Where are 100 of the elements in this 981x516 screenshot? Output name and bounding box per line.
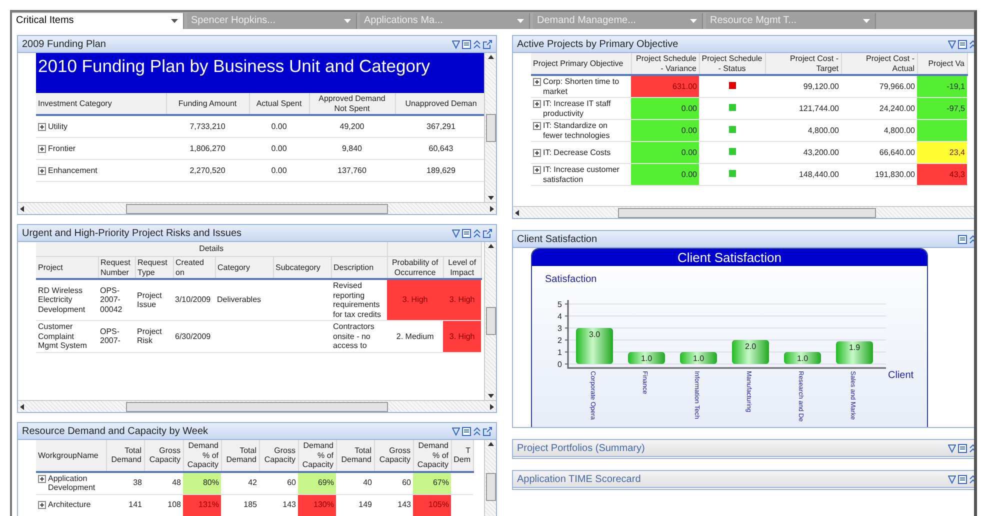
column-header[interactable]: Probability of Occurrence bbox=[387, 256, 444, 279]
expand-box-icon[interactable] bbox=[38, 474, 46, 482]
scroll-thumb[interactable] bbox=[126, 402, 388, 412]
column-header[interactable]: Request Number bbox=[98, 256, 135, 279]
column-header[interactable]: Description bbox=[331, 256, 388, 279]
table-cell: 43,200.00 bbox=[765, 142, 841, 164]
column-header[interactable]: Project Primary Objective bbox=[531, 53, 631, 75]
window-icon[interactable] bbox=[462, 228, 471, 238]
filter-icon[interactable] bbox=[948, 444, 956, 452]
expand-box-icon[interactable] bbox=[38, 144, 46, 153]
column-header[interactable]: Request Type bbox=[135, 256, 173, 279]
column-header[interactable]: Project Cost - Actual bbox=[841, 53, 917, 75]
column-header[interactable]: Subcategory bbox=[273, 256, 331, 279]
y-axis-label: Satisfaction bbox=[545, 274, 597, 285]
row-label: Utility bbox=[48, 122, 68, 132]
table-cell: 130% bbox=[298, 494, 336, 516]
table-cell: Deliverables bbox=[215, 279, 273, 320]
scroll-thumb[interactable] bbox=[126, 204, 388, 214]
expand-box-icon[interactable] bbox=[533, 122, 541, 130]
column-header[interactable]: Gross Capacity bbox=[259, 440, 298, 472]
table-cell: RD Wireless Electricity Development bbox=[36, 279, 98, 320]
expand-box-icon[interactable] bbox=[533, 148, 541, 157]
column-header[interactable]: Project Schedule - Status bbox=[699, 53, 765, 75]
column-header[interactable]: Unapproved Deman bbox=[395, 93, 484, 115]
column-header[interactable]: Actual Spent bbox=[249, 93, 309, 115]
scroll-left-arrow-icon[interactable] bbox=[18, 402, 26, 410]
window-icon[interactable] bbox=[958, 40, 967, 48]
column-header[interactable]: Project bbox=[36, 256, 98, 279]
scroll-thumb[interactable] bbox=[486, 114, 496, 142]
window-icon[interactable] bbox=[462, 40, 471, 48]
column-header[interactable]: Project Schedule - Variance bbox=[631, 53, 699, 75]
vertical-scrollbar[interactable] bbox=[484, 242, 496, 400]
column-header[interactable]: Created on bbox=[173, 256, 215, 279]
collapse-icon[interactable] bbox=[473, 426, 481, 436]
collapse-icon[interactable] bbox=[473, 228, 481, 238]
expand-box-icon[interactable] bbox=[38, 501, 46, 510]
table-cell: 0.00 bbox=[249, 160, 309, 182]
column-header[interactable]: Project Va bbox=[917, 53, 967, 75]
scroll-up-arrow-icon[interactable] bbox=[486, 242, 494, 250]
expand-box-icon[interactable] bbox=[38, 166, 46, 175]
expand-box-icon[interactable] bbox=[38, 122, 46, 131]
horizontal-scrollbar[interactable] bbox=[18, 202, 496, 214]
popout-icon[interactable] bbox=[483, 228, 492, 238]
scroll-up-arrow-icon[interactable] bbox=[486, 440, 494, 448]
row-label: Enhancement bbox=[48, 166, 98, 176]
scroll-thumb[interactable] bbox=[486, 472, 496, 500]
column-header[interactable]: Funding Amount bbox=[166, 93, 249, 115]
column-header[interactable]: T Dem bbox=[451, 440, 473, 472]
column-header[interactable]: Total Demand bbox=[336, 440, 374, 472]
window-icon[interactable] bbox=[462, 426, 471, 436]
combo-box[interactable]: Critical Items bbox=[12, 12, 184, 28]
collapse-icon[interactable] bbox=[473, 40, 481, 48]
filter-icon[interactable] bbox=[452, 40, 460, 48]
bar-value-label: 1.0 bbox=[692, 354, 704, 363]
column-header[interactable]: Project Cost - Target bbox=[765, 53, 841, 75]
column-header[interactable]: Category bbox=[215, 256, 273, 279]
table-cell: -19,1 bbox=[917, 75, 967, 98]
column-header[interactable]: Gross Capacity bbox=[374, 440, 413, 472]
scroll-right-arrow-icon[interactable] bbox=[488, 204, 496, 212]
window-icon[interactable] bbox=[958, 444, 967, 452]
row-label: IT: Increase IT staff productivity bbox=[543, 99, 612, 118]
scroll-right-arrow-icon[interactable] bbox=[488, 402, 496, 410]
table-cell: 67% bbox=[413, 472, 451, 494]
expand-box-icon[interactable] bbox=[533, 100, 541, 108]
row-label: IT: Increase customer satisfaction bbox=[543, 165, 620, 184]
expand-box-icon[interactable] bbox=[533, 78, 541, 86]
dropdown-arrow-icon[interactable] bbox=[170, 16, 179, 24]
bar-value-label: 1.0 bbox=[640, 354, 652, 363]
scroll-thumb[interactable] bbox=[486, 307, 496, 335]
scroll-left-arrow-icon[interactable] bbox=[18, 204, 26, 212]
column-header[interactable]: Total Demand bbox=[221, 440, 259, 472]
vertical-scrollbar[interactable] bbox=[484, 53, 496, 202]
popout-icon[interactable] bbox=[483, 426, 492, 436]
filter-icon[interactable] bbox=[948, 40, 956, 48]
scroll-down-arrow-icon[interactable] bbox=[486, 194, 494, 202]
filter-icon[interactable] bbox=[452, 426, 460, 436]
scroll-up-arrow-icon[interactable] bbox=[486, 53, 494, 61]
column-header[interactable]: Demand % of Capacity bbox=[183, 440, 221, 472]
scroll-thumb[interactable] bbox=[618, 208, 876, 218]
vertical-scrollbar[interactable] bbox=[484, 440, 496, 516]
scroll-down-arrow-icon[interactable] bbox=[486, 392, 494, 400]
window-icon[interactable] bbox=[958, 474, 967, 484]
column-header[interactable]: Demand % of Capacity bbox=[413, 440, 451, 472]
filter-icon[interactable] bbox=[948, 474, 956, 484]
column-header[interactable]: Approved Demand Not Spent bbox=[309, 93, 395, 115]
column-header[interactable]: Demand % of Capacity bbox=[298, 440, 336, 472]
window-icon[interactable] bbox=[958, 234, 967, 244]
column-header[interactable]: Gross Capacity bbox=[144, 440, 183, 472]
column-header[interactable]: Level of Impact bbox=[443, 256, 482, 279]
column-header[interactable]: Investment Category bbox=[36, 93, 166, 115]
table-cell: 3/10/2009 bbox=[173, 279, 215, 320]
column-header[interactable]: WorkgroupName bbox=[36, 440, 106, 472]
horizontal-scrollbar[interactable] bbox=[513, 206, 974, 218]
scroll-left-arrow-icon[interactable] bbox=[513, 208, 521, 216]
filter-icon[interactable] bbox=[452, 228, 460, 238]
expand-box-icon[interactable] bbox=[533, 166, 541, 174]
table-cell: 148,440.00 bbox=[765, 164, 841, 186]
popout-icon[interactable] bbox=[483, 40, 492, 48]
horizontal-scrollbar[interactable] bbox=[18, 400, 496, 412]
column-header[interactable]: Total Demand bbox=[106, 440, 144, 472]
